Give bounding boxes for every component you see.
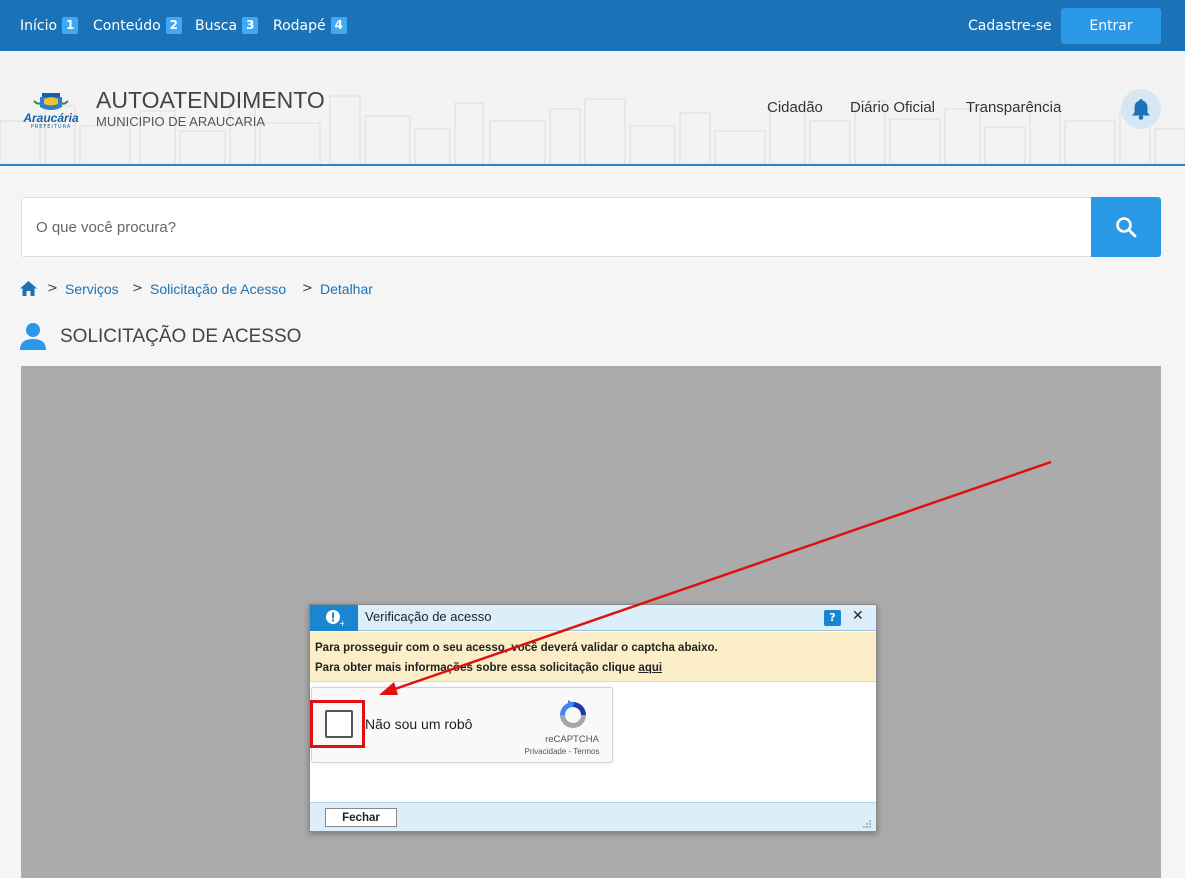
notice-line-1: Para prosseguir com o seu acesso, você d… bbox=[315, 642, 718, 654]
chevron-right-icon: > bbox=[132, 281, 143, 296]
recaptcha-brand: reCAPTCHA bbox=[545, 734, 599, 745]
help-button[interactable]: ? bbox=[824, 610, 841, 626]
skip-link-label: Início bbox=[20, 17, 58, 34]
skip-link-number: 2 bbox=[165, 17, 183, 34]
breadcrumb-servicos[interactable]: Serviços bbox=[65, 281, 119, 297]
nav-diario-oficial[interactable]: Diário Oficial bbox=[850, 99, 935, 116]
skip-link-busca[interactable]: Busca 3 bbox=[195, 0, 259, 51]
page-title: SOLICITAÇÃO DE ACESSO bbox=[60, 326, 302, 347]
annotation-highlight-box bbox=[310, 700, 365, 748]
bell-icon bbox=[1132, 99, 1150, 120]
close-dialog-button[interactable]: Fechar bbox=[325, 808, 397, 827]
close-icon[interactable]: ✕ bbox=[852, 608, 864, 624]
recaptcha-label: Não sou um robô bbox=[365, 716, 473, 732]
skip-link-number: 1 bbox=[62, 17, 79, 34]
skip-link-rodape[interactable]: Rodapé 4 bbox=[273, 0, 347, 51]
notifications-button[interactable] bbox=[1121, 89, 1161, 129]
nav-transparencia[interactable]: Transparência bbox=[966, 99, 1061, 116]
chevron-right-icon: > bbox=[47, 281, 58, 296]
resize-grip-icon[interactable] bbox=[862, 819, 872, 829]
search-button[interactable] bbox=[1091, 197, 1161, 257]
search-input[interactable]: O que você procura? bbox=[21, 197, 1091, 257]
breadcrumb-solicitacao[interactable]: Solicitação de Acesso bbox=[150, 281, 286, 297]
skip-link-label: Conteúdo bbox=[93, 17, 161, 34]
notice-line-2-text: Para obter mais informações sobre essa s… bbox=[315, 662, 639, 674]
dialog-header: + Verificação de acesso ? ✕ bbox=[310, 605, 876, 631]
recaptcha-privacy-terms[interactable]: Privacidade - Termos bbox=[520, 747, 604, 756]
register-link[interactable]: Cadastre-se bbox=[968, 0, 1052, 51]
site-subtitle: MUNICIPIO DE ARAUCARIA bbox=[96, 114, 266, 129]
nav-cidadao[interactable]: Cidadão bbox=[767, 99, 823, 116]
site-title: AUTOATENDIMENTO bbox=[96, 87, 325, 113]
accessibility-bar: Início 1 Conteúdo 2 Busca 3 Rodapé 4 Cadastr… bbox=[0, 0, 1185, 51]
chevron-right-icon: > bbox=[302, 281, 313, 296]
access-verification-dialog: + Verificação de acesso ? ✕ Para prosseg… bbox=[309, 604, 877, 832]
skip-link-number: 4 bbox=[330, 17, 347, 34]
user-icon bbox=[20, 323, 46, 350]
login-button[interactable]: Entrar bbox=[1061, 8, 1161, 44]
more-info-link[interactable]: aqui bbox=[638, 662, 662, 674]
dialog-title: Verificação de acesso bbox=[365, 609, 492, 624]
svg-text:+: + bbox=[339, 619, 344, 627]
skip-link-label: Rodapé bbox=[273, 17, 326, 34]
skip-link-label: Busca bbox=[195, 17, 238, 34]
site-header: Araucária PREFEITURA AUTOATENDIMENTO MUN… bbox=[0, 51, 1185, 166]
logo-subtitle: PREFEITURA bbox=[30, 124, 72, 130]
skip-link-number: 3 bbox=[242, 17, 259, 34]
home-icon[interactable] bbox=[20, 281, 37, 296]
dialog-footer: Fechar bbox=[310, 802, 876, 831]
dialog-icon-box: + bbox=[310, 605, 358, 631]
skip-link-conteudo[interactable]: Conteúdo 2 bbox=[93, 0, 183, 51]
dialog-notice: Para prosseguir com o seu acesso, você d… bbox=[310, 632, 876, 682]
recaptcha-logo-icon bbox=[560, 700, 586, 728]
breadcrumb-detalhar[interactable]: Detalhar bbox=[320, 281, 373, 297]
search-icon bbox=[1116, 217, 1137, 238]
skip-link-inicio[interactable]: Início 1 bbox=[20, 0, 79, 51]
logo-wordmark: Araucária bbox=[23, 111, 79, 125]
notice-line-2: Para obter mais informações sobre essa s… bbox=[315, 658, 871, 678]
alert-info-icon: + bbox=[326, 610, 344, 627]
